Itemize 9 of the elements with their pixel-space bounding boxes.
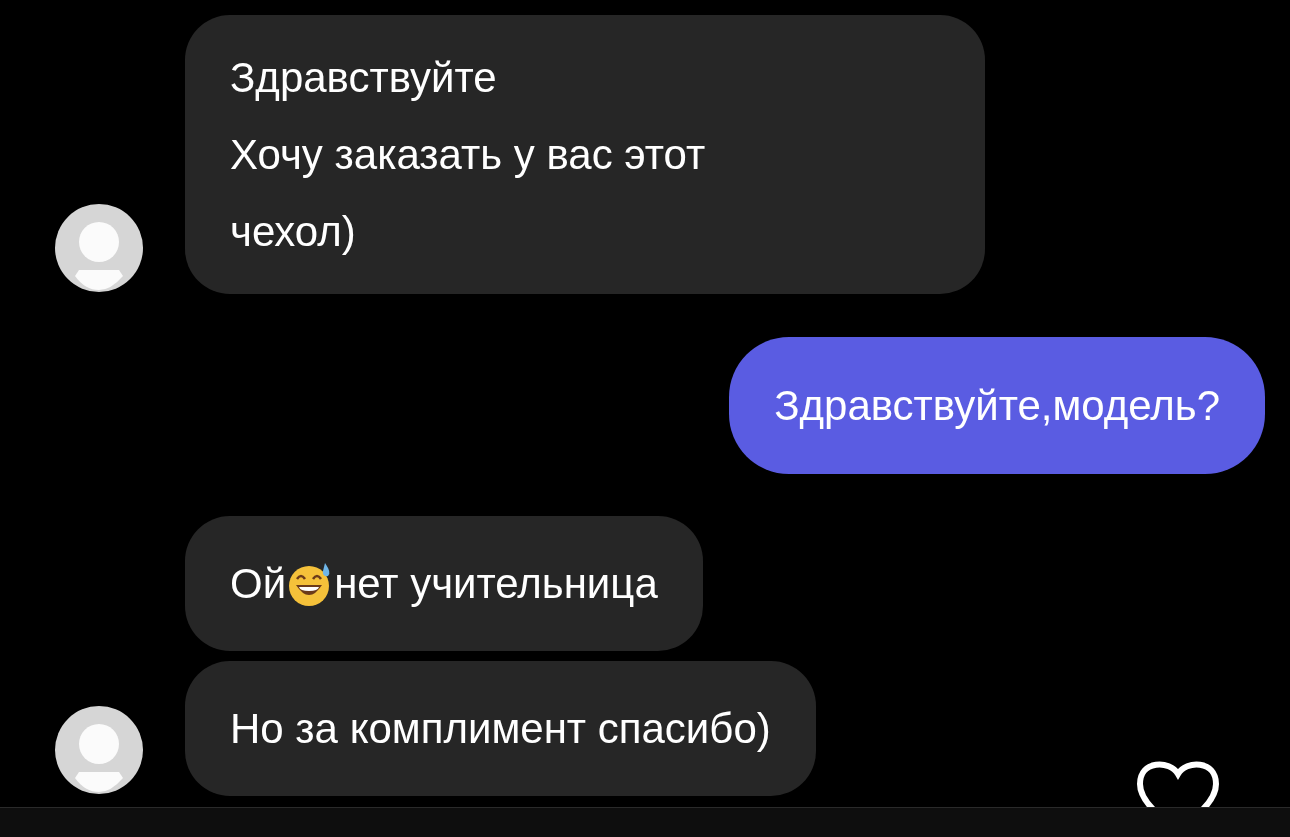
message-text: Но за комплимент спасибо) [230,704,771,754]
message-text: Ой [230,559,287,609]
avatar-icon[interactable] [53,202,145,294]
message-text: Здравствуйте [230,53,497,103]
message-text: Здравствуйте,модель? [774,380,1220,431]
message-text: нет учительница [334,559,658,609]
message-text: Хочу заказать у вас этот [230,130,706,180]
message-text: чехол) [230,207,356,257]
avatar-icon[interactable] [53,704,145,796]
